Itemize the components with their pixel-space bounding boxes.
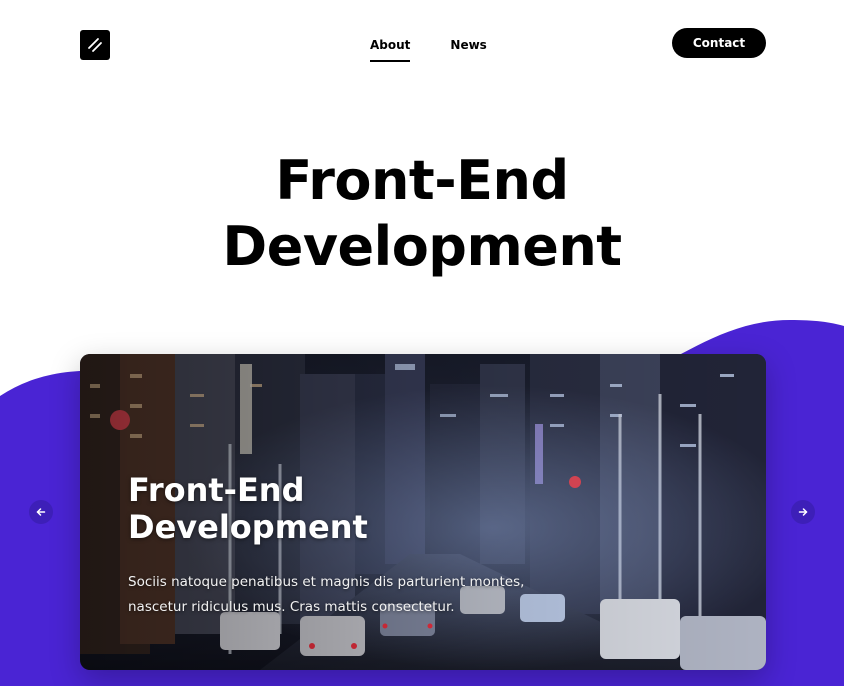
page-title-line-1: Front-End [275,149,569,212]
slide-title-line-2: Development [128,508,368,546]
slide-description-line-2: nascetur ridiculus mus. Cras mattis cons… [128,599,455,615]
slide-title-line-1: Front-End [128,471,305,509]
slide-description-line-1: Sociis natoque penatibus et magnis dis p… [128,574,525,590]
carousel-slide[interactable]: Front-End Development Sociis natoque pen… [80,354,766,670]
slide-title: Front-End Development [128,472,448,546]
main-nav: About News [370,38,487,62]
nav-item-about[interactable]: About [370,38,411,62]
slash-logo-icon[interactable] [80,30,110,60]
contact-button[interactable]: Contact [672,28,766,58]
carousel-prev-button[interactable] [29,500,53,524]
page-title-line-2: Development [222,215,622,278]
arrow-right-icon [798,508,808,516]
page: About News Contact Front-End Development [0,0,844,686]
page-title: Front-End Development [0,148,844,280]
carousel-next-button[interactable] [791,500,815,524]
arrow-left-icon [36,508,46,516]
nav-item-news[interactable]: News [450,38,486,57]
slide-description: Sociis natoque penatibus et magnis dis p… [128,570,548,620]
